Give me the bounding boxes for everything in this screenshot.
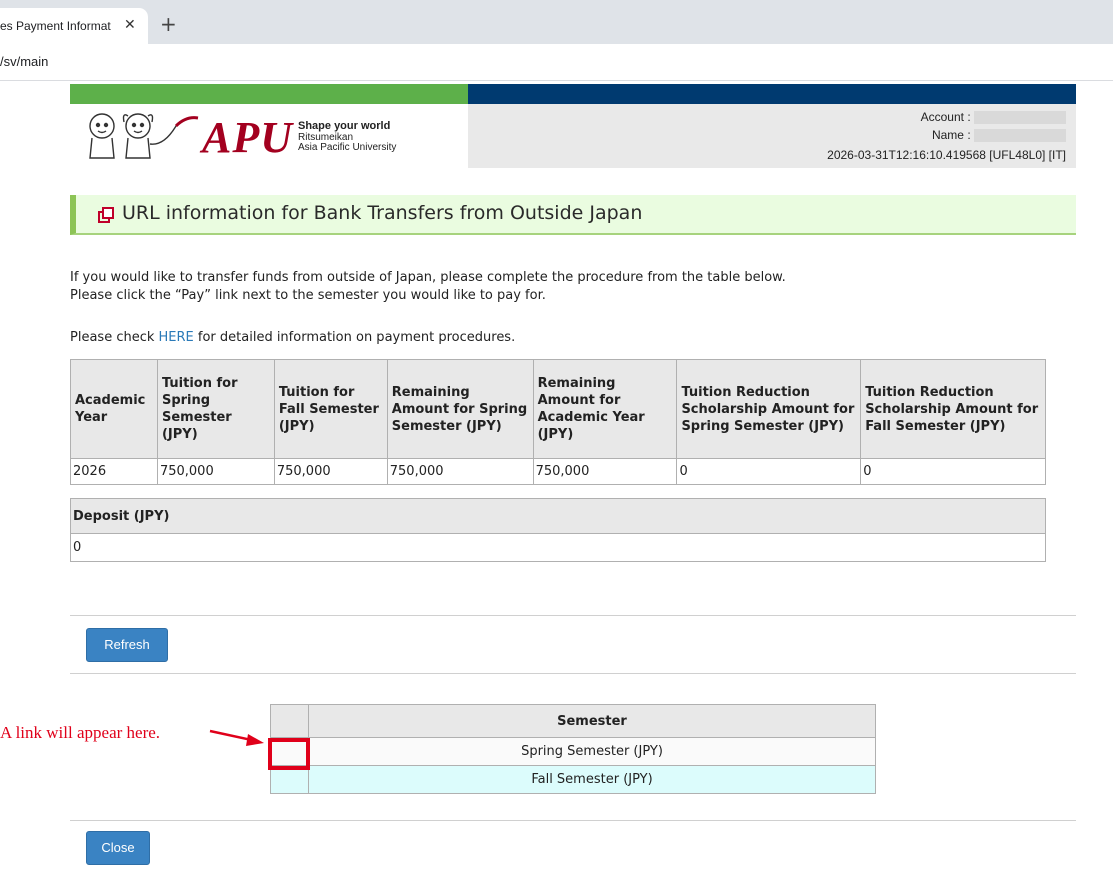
link-column-header: [270, 704, 309, 738]
col-header-scholarship-fall: Tuition Reduction Scholarship Amount for…: [860, 359, 1046, 459]
payment-procedure-note: Please check HERE for detailed informati…: [70, 330, 515, 345]
new-tab-icon[interactable]: +: [160, 14, 177, 34]
col-header-academic-year: Academic Year: [70, 359, 158, 459]
mascot-characters-icon: [89, 113, 199, 159]
table-row: Fall Semester (JPY): [270, 765, 876, 794]
account-label: Account :: [920, 110, 971, 124]
cell-academic-year: 2026: [70, 458, 158, 485]
tuition-header-row: Academic Year Tuition for Spring Semeste…: [70, 359, 1046, 459]
cell-scholarship-spring: 0: [676, 458, 862, 485]
tuition-table: Academic Year Tuition for Spring Semeste…: [70, 359, 1046, 485]
name-row: Name :: [931, 128, 1066, 143]
page-title-bar: URL information for Bank Transfers from …: [70, 195, 1076, 235]
header-green-band: [70, 84, 468, 104]
logo-org-line2: Asia Pacific University: [298, 142, 397, 153]
page-title: URL information for Bank Transfers from …: [122, 202, 643, 224]
window-icon: [98, 207, 114, 223]
note-suffix: for detailed information on payment proc…: [193, 330, 516, 345]
semester-column-header: Semester: [308, 704, 876, 738]
col-header-scholarship-spring: Tuition Reduction Scholarship Amount for…: [676, 359, 862, 459]
browser-tab-title: es Payment Informat: [0, 19, 111, 33]
here-link[interactable]: HERE: [159, 330, 194, 345]
cell-scholarship-fall: 0: [860, 458, 1046, 485]
annotation-highlight-box: [268, 738, 310, 770]
browser-tab[interactable]: es Payment Informat ✕: [0, 8, 148, 44]
logo-wordmark: APU: [202, 113, 293, 162]
address-bar[interactable]: /sv/main: [0, 44, 1113, 81]
fall-semester-cell: Fall Semester (JPY): [308, 765, 876, 794]
url-text[interactable]: /sv/main: [0, 54, 48, 69]
name-label: Name :: [931, 128, 971, 142]
table-row: Spring Semester (JPY): [270, 737, 876, 766]
col-header-remaining-year: Remaining Amount for Academic Year (JPY): [532, 359, 678, 459]
cell-spring-tuition: 750,000: [156, 458, 275, 485]
deposit-header: Deposit (JPY): [70, 498, 1046, 534]
note-prefix: Please check: [70, 330, 159, 345]
refresh-button[interactable]: Refresh: [86, 628, 168, 662]
intro-text-line1: If you would like to transfer funds from…: [70, 270, 786, 285]
deposit-table: Deposit (JPY) 0: [70, 498, 1046, 562]
header-navy-band: [468, 84, 1076, 104]
account-value-redacted: [974, 111, 1066, 125]
cell-remaining-year: 750,000: [532, 458, 678, 485]
close-tab-icon[interactable]: ✕: [124, 17, 136, 33]
annotation-text: A link will appear here.: [0, 723, 161, 742]
logo-tagline: Shape your world: [298, 120, 391, 132]
intro-text-line2: Please click the “Pay” link next to the …: [70, 288, 546, 303]
deposit-value: 0: [70, 533, 1046, 562]
close-button[interactable]: Close: [86, 831, 150, 865]
annotation-arrow-icon: [209, 729, 264, 746]
account-row: Account :: [920, 110, 1066, 125]
browser-tab-strip: es Payment Informat ✕ +: [0, 0, 1113, 44]
apu-logo: APU Shape your world Ritsumeikan Asia Pa…: [70, 104, 468, 168]
divider: [70, 820, 1076, 821]
col-header-fall-tuition: Tuition for Fall Semester (JPY): [273, 359, 388, 459]
account-panel: Account : Name : 2026-03-31T12:16:10.419…: [468, 104, 1076, 168]
cell-remaining-spring: 750,000: [386, 458, 534, 485]
spring-semester-cell: Spring Semester (JPY): [308, 737, 876, 766]
divider: [70, 673, 1076, 674]
cell-fall-tuition: 750,000: [273, 458, 388, 485]
divider: [70, 615, 1076, 616]
session-info: 2026-03-31T12:16:10.419568 [UFL48L0] [IT…: [827, 148, 1066, 162]
col-header-spring-tuition: Tuition for Spring Semester (JPY): [156, 359, 275, 459]
col-header-remaining-spring: Remaining Amount for Spring Semester (JP…: [386, 359, 534, 459]
semester-table: Semester Spring Semester (JPY) Fall Seme…: [270, 704, 876, 794]
table-row: 2026 750,000 750,000 750,000 750,000 0 0: [70, 458, 1046, 485]
name-value-redacted: [974, 129, 1066, 143]
